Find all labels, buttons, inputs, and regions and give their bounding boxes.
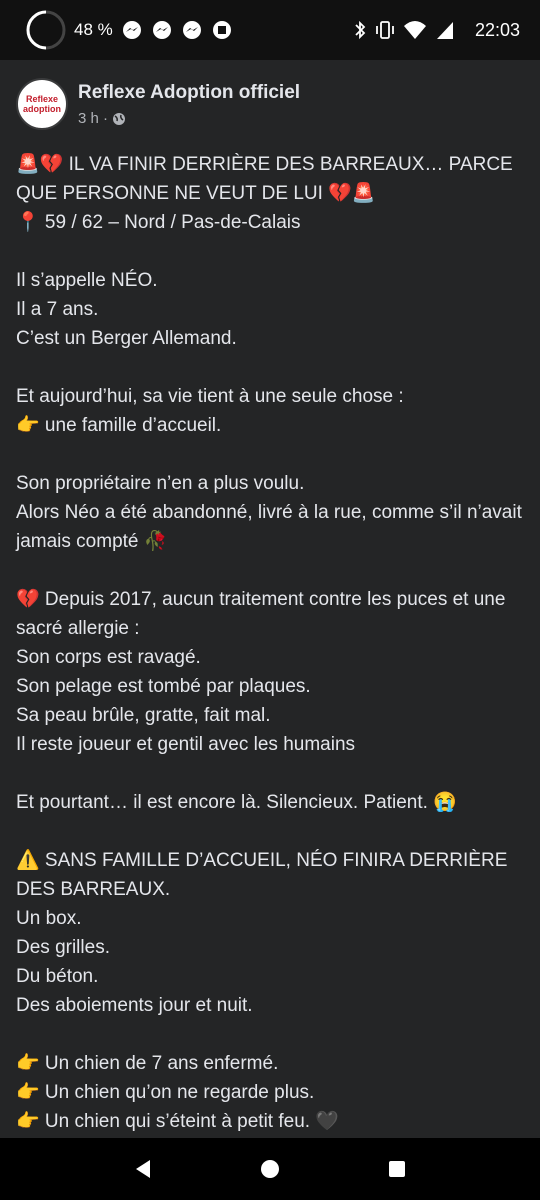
post-line: 💔 Depuis 2017, aucun traitement contre l…: [16, 589, 506, 639]
back-button[interactable]: [123, 1149, 163, 1189]
post-line: 📍 59 / 62 – Nord / Pas-de-Calais: [16, 212, 301, 233]
post-text: 🚨💔 IL VA FINIR DERRIÈRE DES BARREAUX… PA…: [16, 150, 530, 1200]
post-line: Du béton.: [16, 966, 99, 987]
post-line: Et pourtant… il est encore là. Silencieu…: [16, 792, 457, 813]
post-line: Il a 7 ans.: [16, 299, 99, 320]
back-icon: [136, 1160, 151, 1178]
app-icon: [212, 21, 231, 39]
post-line: 👉 Un chien qui s’éteint à petit feu. 🖤: [16, 1111, 339, 1132]
post-line: Il reste joueur et gentil avec les humai…: [16, 734, 356, 755]
battery-icon: [26, 10, 66, 50]
post-paragraph: ⚠️ SANS FAMILLE D’ACCUEIL, NÉO FINIRA DE…: [16, 846, 530, 1020]
home-icon: [260, 1160, 279, 1178]
post-line: 🚨💔 IL VA FINIR DERRIÈRE DES BARREAUX… PA…: [16, 154, 513, 204]
wifi-icon: [403, 21, 426, 39]
post-line: Des grilles.: [16, 937, 110, 958]
post-line: Son corps est ravagé.: [16, 647, 201, 668]
post-line: Son pelage est tombé par plaques.: [16, 676, 311, 697]
messenger-icon: [182, 21, 201, 39]
post-paragraph: 💔 Depuis 2017, aucun traitement contre l…: [16, 585, 530, 759]
status-icons-right: 22:03: [353, 19, 520, 41]
post-line: Et aujourd’hui, sa vie tient à une seule…: [16, 386, 404, 407]
post-time[interactable]: 3 h ·: [78, 110, 108, 127]
post-line: 👉 Un chien qu’on ne regarde plus.: [16, 1082, 315, 1103]
home-button[interactable]: [250, 1149, 290, 1189]
post-paragraph: Il s’appelle NÉO. Il a 7 ans. C’est un Ber…: [16, 266, 530, 353]
post-line: Il s’appelle NÉO.: [16, 270, 158, 291]
post-paragraph: Son propriétaire n’en a plus voulu. Alors…: [16, 469, 530, 556]
signal-icon: [436, 22, 453, 39]
recents-icon: [388, 1161, 405, 1177]
messenger-icon: [152, 21, 171, 39]
post-line: 👉 Un chien de 7 ans enfermé.: [16, 1053, 279, 1074]
globe-icon: [113, 112, 126, 125]
post-line: Des aboiements jour et nuit.: [16, 995, 253, 1016]
post-paragraph: Et pourtant… il est encore là. Silencieu…: [16, 788, 530, 817]
navigation-bar: [0, 1138, 540, 1200]
author-name[interactable]: Reflexe Adoption officiel: [78, 82, 300, 104]
post-line: ⚠️ SANS FAMILLE D’ACCUEIL, NÉO FINIRA DE…: [16, 850, 508, 900]
post-paragraph: 🚨💔 IL VA FINIR DERRIÈRE DES BARREAUX… PA…: [16, 150, 530, 237]
vibrate-icon: [376, 21, 394, 39]
status-bar: 48 % 22:03: [0, 0, 540, 60]
recents-button[interactable]: [377, 1149, 417, 1189]
messenger-icon: [122, 21, 141, 39]
battery-percent: 48 %: [74, 20, 113, 39]
post-paragraph: 👉 Un chien de 7 ans enfermé. 👉 Un chien q…: [16, 1049, 530, 1136]
bluetooth-icon: [355, 20, 366, 40]
post-header: Reflexe adoption Reflexe Adoption offici…: [16, 78, 524, 138]
post-line: 👉 une famille d’accueil.: [16, 415, 222, 436]
page-avatar[interactable]: Reflexe adoption: [16, 78, 68, 130]
post-paragraph: Et aujourd’hui, sa vie tient à une seule…: [16, 382, 530, 440]
post-line: Son propriétaire n’en a plus voulu.: [16, 473, 305, 494]
author-block: Reflexe Adoption officiel 3 h ·: [78, 78, 300, 127]
clock: 22:03: [474, 19, 520, 40]
post-line: Sa peau brûle, gratte, fait mal.: [16, 705, 271, 726]
post-line: Un box.: [16, 908, 82, 929]
post-meta: 3 h ·: [78, 110, 300, 127]
post-line: Alors Néo a été abandonné, livré à la ru…: [16, 502, 522, 552]
post-line: C’est un Berger Allemand.: [16, 328, 237, 349]
avatar-logo-text: Reflexe adoption: [23, 94, 61, 114]
